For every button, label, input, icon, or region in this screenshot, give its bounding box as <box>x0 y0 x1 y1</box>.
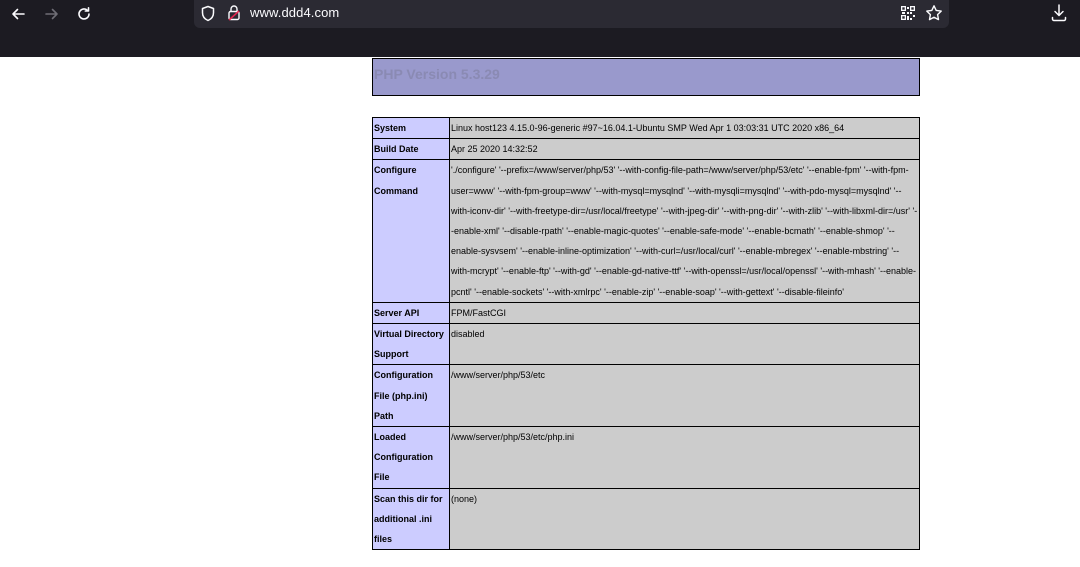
table-row: Server API FPM/FastCGI <box>372 301 920 325</box>
table-row: Configure Command './configure' '--prefix… <box>372 159 920 303</box>
row-value: FPM/FastCGI <box>449 301 920 325</box>
info-table: System Linux host123 4.15.0-96-generic #9… <box>372 116 920 551</box>
row-value: /www/server/php/53/etc/php.ini <box>449 426 920 489</box>
shield-icon[interactable] <box>200 5 216 27</box>
row-value: './configure' '--prefix=/www/server/php/… <box>449 159 920 303</box>
row-label: Loaded Configuration File <box>372 426 450 489</box>
table-row: Loaded Configuration File/www/server/php… <box>372 426 920 489</box>
table-row: Build Date Apr 25 2020 14:32:52 <box>372 138 920 161</box>
browser-toolbar: www.ddd4.com <box>0 0 1080 57</box>
reload-icon[interactable] <box>72 2 96 26</box>
forward-icon[interactable] <box>40 2 64 26</box>
lock-warning-icon[interactable] <box>226 4 242 27</box>
row-value: /www/server/php/53/etc <box>449 364 920 428</box>
back-icon[interactable] <box>6 2 30 26</box>
table-row: System Linux host123 4.15.0-96-generic #9… <box>372 116 920 140</box>
info-table-body: System Linux host123 4.15.0-96-generic #9… <box>372 116 920 551</box>
row-label: Build Date <box>372 138 450 161</box>
row-label: Configuration File (php.ini) Path <box>372 364 450 428</box>
address-bar[interactable]: www.ddd4.com <box>194 0 949 28</box>
download-icon[interactable] <box>1050 3 1068 28</box>
row-label: Server API <box>372 301 450 325</box>
row-label: Scan this dir for additional .ini files <box>372 487 450 551</box>
row-label: System <box>372 116 450 140</box>
star-icon[interactable] <box>925 4 943 27</box>
url-host: www.ddd4.com <box>250 5 340 20</box>
table-row: Virtual Directory Support disabled <box>372 323 920 366</box>
qr-code-icon[interactable] <box>901 6 915 25</box>
row-value: (none) <box>449 487 920 551</box>
page-content: PHP Version 5.3.29 System Linux host123 4… <box>0 57 1080 567</box>
row-value: Apr 25 2020 14:32:52 <box>449 138 920 161</box>
row-value: Linux host123 4.15.0-96-generic #97~16.0… <box>449 116 920 140</box>
php-version-header: PHP Version 5.3.29 <box>372 58 920 96</box>
table-row: Scan this dir for additional .ini files(… <box>372 487 920 551</box>
url-text[interactable]: www.ddd4.com <box>250 5 339 20</box>
page-title: PHP Version 5.3.29 <box>374 66 500 82</box>
row-value: disabled <box>449 323 920 366</box>
row-label: Configure Command <box>372 159 450 303</box>
table-row: Configuration File (php.ini) Path/www/se… <box>372 364 920 428</box>
row-label: Virtual Directory Support <box>372 323 450 366</box>
